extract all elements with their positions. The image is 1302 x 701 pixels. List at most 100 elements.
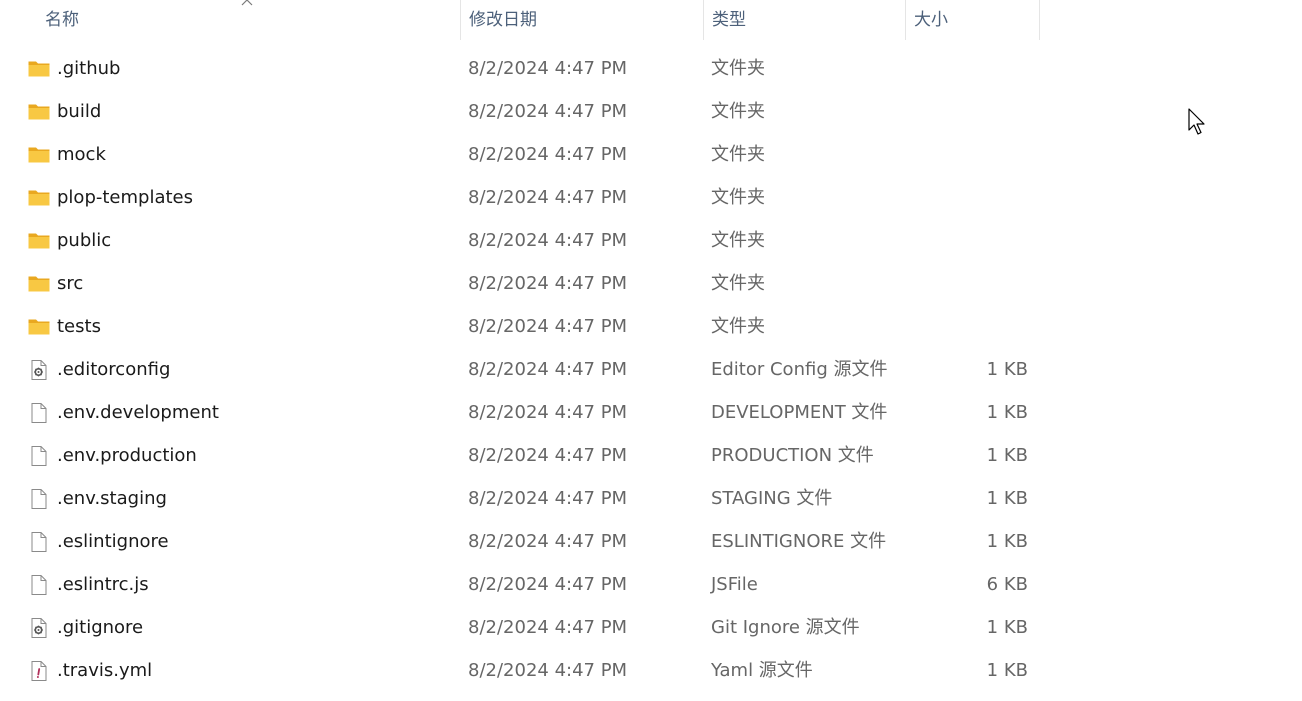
file-modified-date: 8/2/2024 4:47 PM: [468, 445, 628, 466]
file-modified-date: 8/2/2024 4:47 PM: [468, 273, 628, 294]
folder-icon: [28, 276, 50, 292]
file-modified-date: 8/2/2024 4:47 PM: [468, 187, 628, 208]
file-row[interactable]: tests 8/2/2024 4:47 PM 文件夹: [0, 305, 1302, 348]
column-header-bar: 名称 修改日期 类型 大小: [0, 0, 1302, 40]
file-modified-date: 8/2/2024 4:47 PM: [468, 660, 628, 681]
file-name: .eslintrc.js: [57, 574, 149, 595]
file-modified-date: 8/2/2024 4:47 PM: [468, 316, 628, 337]
file-modified-date: 8/2/2024 4:47 PM: [468, 359, 628, 380]
column-header-date-label: 修改日期: [469, 10, 537, 30]
column-header-type[interactable]: 类型: [703, 0, 904, 40]
file-row[interactable]: .gitignore 8/2/2024 4:47 PM Git Ignore 源文件…: [0, 606, 1302, 649]
file-type: DEVELOPMENT 文件: [711, 402, 888, 423]
file-type: 文件夹: [711, 187, 765, 208]
file-type: JSFile: [711, 574, 758, 595]
file-row[interactable]: .env.development 8/2/2024 4:47 PM DEVELOPM…: [0, 391, 1302, 434]
file-icon: [31, 489, 47, 509]
file-row[interactable]: src 8/2/2024 4:47 PM 文件夹: [0, 262, 1302, 305]
file-row[interactable]: .travis.yml 8/2/2024 4:47 PM Yaml 源文件 1 KB: [0, 649, 1302, 692]
config-file-icon: [31, 360, 47, 380]
column-header-size-label: 大小: [914, 10, 948, 30]
file-row[interactable]: .env.staging 8/2/2024 4:47 PM STAGING 文件 1 …: [0, 477, 1302, 520]
file-modified-date: 8/2/2024 4:47 PM: [468, 617, 628, 638]
file-size: [905, 305, 1028, 348]
file-name: .eslintignore: [57, 531, 169, 552]
column-header-date[interactable]: 修改日期: [460, 0, 701, 40]
file-size: 1 KB: [986, 531, 1028, 552]
file-name: .env.staging: [57, 488, 167, 509]
file-type: 文件夹: [711, 316, 765, 337]
file-row[interactable]: public 8/2/2024 4:47 PM 文件夹: [0, 219, 1302, 262]
file-modified-date: 8/2/2024 4:47 PM: [468, 488, 628, 509]
file-size: [905, 133, 1028, 176]
file-row[interactable]: .env.production 8/2/2024 4:47 PM PRODUCTIO…: [0, 434, 1302, 477]
file-modified-date: 8/2/2024 4:47 PM: [468, 531, 628, 552]
file-icon: [31, 403, 47, 423]
file-name: .editorconfig: [57, 359, 171, 380]
folder-icon: [28, 147, 50, 163]
file-name: .env.development: [57, 402, 219, 423]
file-name: .github: [57, 58, 121, 79]
file-size: [905, 219, 1028, 262]
file-name: mock: [57, 144, 106, 165]
file-type: 文件夹: [711, 273, 765, 294]
file-type: Editor Config 源文件: [711, 359, 888, 380]
file-icon: [31, 532, 47, 552]
folder-icon: [28, 190, 50, 206]
file-name: tests: [57, 316, 101, 337]
file-row[interactable]: .editorconfig 8/2/2024 4:47 PM Editor Conf…: [0, 348, 1302, 391]
folder-icon: [28, 233, 50, 249]
file-size: 1 KB: [986, 660, 1028, 681]
file-size: [905, 176, 1028, 219]
file-size: [905, 262, 1028, 305]
file-modified-date: 8/2/2024 4:47 PM: [468, 58, 628, 79]
file-explorer: 名称 修改日期 类型 大小 .github 8/2/2024 4:47 PM 文件夹…: [0, 0, 1302, 701]
file-name: .env.production: [57, 445, 197, 466]
file-row[interactable]: .eslintignore 8/2/2024 4:47 PM ESLINTIGNOR…: [0, 520, 1302, 563]
file-name: build: [57, 101, 102, 122]
column-header-name-label: 名称: [45, 10, 79, 30]
file-modified-date: 8/2/2024 4:47 PM: [468, 402, 628, 423]
file-type: 文件夹: [711, 230, 765, 251]
config-file-icon: [31, 618, 47, 638]
folder-icon: [28, 319, 50, 335]
file-type: 文件夹: [711, 101, 765, 122]
file-type: ESLINTIGNORE 文件: [711, 531, 887, 552]
file-modified-date: 8/2/2024 4:47 PM: [468, 230, 628, 251]
file-row[interactable]: build 8/2/2024 4:47 PM 文件夹: [0, 90, 1302, 133]
file-row[interactable]: .github 8/2/2024 4:47 PM 文件夹: [0, 47, 1302, 90]
file-size: 1 KB: [986, 402, 1028, 423]
file-modified-date: 8/2/2024 4:47 PM: [468, 144, 628, 165]
file-name: plop-templates: [57, 187, 193, 208]
sort-up-chevron-icon: [241, 0, 253, 6]
file-type: Yaml 源文件: [711, 660, 813, 681]
folder-icon: [28, 104, 50, 120]
file-row[interactable]: mock 8/2/2024 4:47 PM 文件夹: [0, 133, 1302, 176]
file-size: 6 KB: [986, 574, 1028, 595]
file-type: 文件夹: [711, 144, 765, 165]
file-name: public: [57, 230, 112, 251]
file-modified-date: 8/2/2024 4:47 PM: [468, 574, 628, 595]
mouse-pointer-icon: [1188, 108, 1205, 135]
file-size: 1 KB: [986, 617, 1028, 638]
file-name: src: [57, 273, 84, 294]
file-modified-date: 8/2/2024 4:47 PM: [468, 101, 628, 122]
file-size: 1 KB: [986, 488, 1028, 509]
file-row[interactable]: plop-templates 8/2/2024 4:47 PM 文件夹: [0, 176, 1302, 219]
file-name: .gitignore: [57, 617, 144, 638]
file-size: 1 KB: [986, 359, 1028, 380]
folder-icon: [28, 61, 50, 77]
file-type: Git Ignore 源文件: [711, 617, 860, 638]
file-type: STAGING 文件: [711, 488, 833, 509]
file-row[interactable]: .eslintrc.js 8/2/2024 4:47 PM JSFile 6 KB: [0, 563, 1302, 606]
file-size: 1 KB: [986, 445, 1028, 466]
file-list: .github 8/2/2024 4:47 PM 文件夹 build 8/2/2024 …: [0, 47, 1302, 692]
column-header-size[interactable]: 大小: [905, 0, 1040, 40]
column-header-type-label: 类型: [712, 10, 746, 30]
yaml-file-icon: [31, 661, 47, 681]
file-type: PRODUCTION 文件: [711, 445, 874, 466]
file-size: [905, 47, 1028, 90]
file-icon: [31, 575, 47, 595]
file-name: .travis.yml: [57, 660, 153, 681]
file-type: 文件夹: [711, 58, 765, 79]
